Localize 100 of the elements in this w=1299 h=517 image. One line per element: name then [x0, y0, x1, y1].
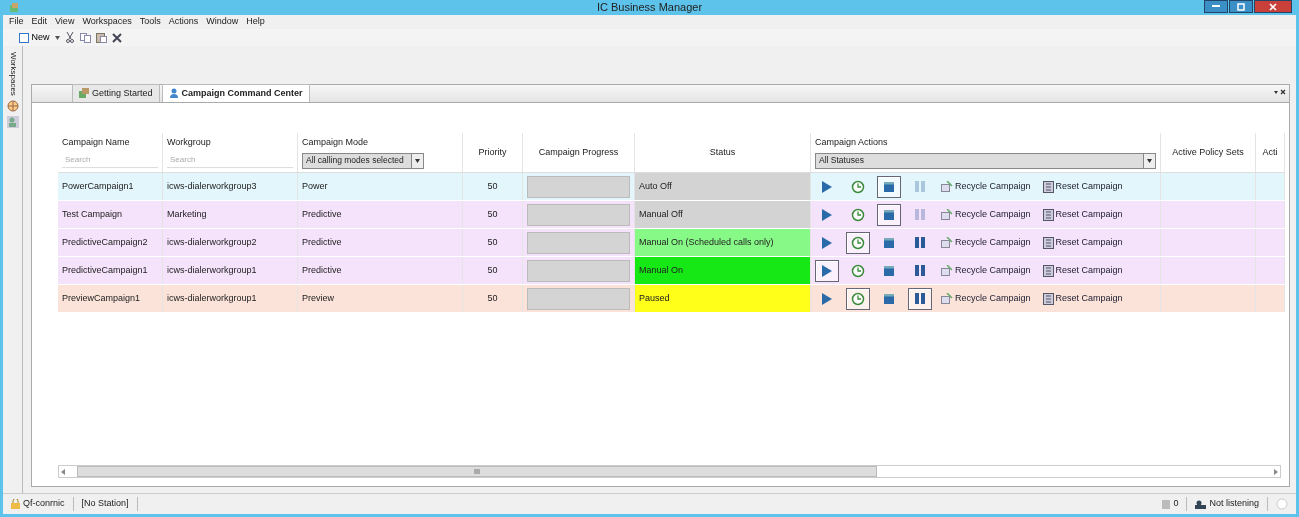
table-cell-text: Test Campaign — [62, 207, 123, 221]
recycle-icon — [941, 209, 953, 220]
stop-icon — [883, 180, 895, 193]
maximize-button[interactable] — [1229, 0, 1253, 13]
minimize-icon — [1212, 5, 1220, 8]
table-cell-text: 50 — [487, 235, 498, 249]
status-circle-icon — [1276, 498, 1288, 510]
menu-item[interactable]: Edit — [31, 15, 48, 29]
table-cell-text: icws-dialerworkgroup1 — [167, 263, 257, 277]
status-cell: Manual Off — [635, 201, 810, 228]
pause-button[interactable] — [908, 287, 932, 310]
column-header: Campaign Name — [62, 136, 131, 149]
scrollbar-thumb[interactable] — [77, 466, 877, 477]
reset-link[interactable]: Reset Campaign — [1040, 235, 1125, 250]
column-header: Campaign Progress — [537, 145, 620, 159]
recycle-icon — [941, 293, 953, 304]
window-title: IC Business Manager — [596, 0, 703, 16]
window-icon — [79, 88, 89, 99]
status-cell: Manual On — [635, 257, 810, 284]
status-cell: Manual On (Scheduled calls only) — [635, 229, 810, 256]
recycle-button[interactable] — [846, 287, 870, 310]
new-button[interactable]: New — [19, 30, 50, 45]
reset-icon — [1042, 180, 1054, 193]
table-cell-text: 50 — [487, 207, 498, 221]
stop-icon — [883, 264, 895, 277]
play-icon — [821, 207, 833, 222]
pause-icon — [914, 264, 926, 277]
delete-icon[interactable] — [111, 32, 122, 43]
listening-status: Not listening — [1209, 497, 1259, 511]
table-cell-text: icws-dialerworkgroup3 — [167, 179, 257, 193]
paste-icon[interactable] — [95, 32, 107, 43]
menu-item[interactable]: Help — [246, 15, 265, 29]
pause-icon — [914, 180, 926, 193]
reset-link[interactable]: Reset Campaign — [1040, 179, 1125, 194]
table-cell-text: 50 — [487, 263, 498, 277]
reset-icon — [1042, 264, 1054, 277]
column-header: Priority — [477, 145, 508, 159]
table-cell-text: Predictive — [302, 263, 342, 277]
recycle-link[interactable]: Recycle Campaign — [939, 207, 1033, 222]
play-icon — [821, 235, 833, 250]
table-cell-text: PredictiveCampaign1 — [62, 263, 148, 277]
menu-item[interactable]: File — [9, 15, 24, 29]
table-cell-text: 50 — [487, 291, 498, 305]
stop-icon — [883, 236, 895, 249]
table-cell-text: 50 — [487, 179, 498, 193]
person-icon — [168, 88, 179, 99]
globe-icon[interactable] — [6, 99, 19, 112]
menu-item[interactable]: Window — [206, 15, 239, 29]
stop-button[interactable] — [877, 203, 901, 226]
menu-item[interactable]: Workspaces — [82, 15, 132, 29]
clock-icon — [851, 263, 865, 278]
table-cell-text: Predictive — [302, 207, 342, 221]
recycle-icon — [941, 181, 953, 192]
start-button[interactable] — [815, 259, 839, 282]
recycle-link[interactable]: Recycle Campaign — [939, 235, 1033, 250]
recycle-link[interactable]: Recycle Campaign — [939, 291, 1033, 306]
play-icon — [821, 179, 833, 194]
recycle-link[interactable]: Recycle Campaign — [939, 179, 1033, 194]
reset-link[interactable]: Reset Campaign — [1040, 263, 1125, 278]
recycle-link[interactable]: Recycle Campaign — [939, 263, 1033, 278]
table-cell-text: Predictive — [302, 235, 342, 249]
reset-icon — [1042, 236, 1054, 249]
status-cell: Auto Off — [635, 173, 810, 200]
station-label: [No Station] — [81, 497, 129, 511]
dropdown-icon[interactable] — [54, 35, 60, 40]
dropdown-arrow-icon — [415, 158, 420, 163]
reset-icon — [1042, 208, 1054, 221]
menu-item[interactable]: Tools — [139, 15, 161, 29]
pause-icon — [914, 292, 926, 305]
column-header: Workgroup — [167, 136, 212, 149]
dropdown-arrow-icon — [1147, 158, 1152, 163]
filter-dropdown[interactable]: All Statuses — [815, 152, 1156, 169]
lock-icon — [11, 499, 20, 509]
reset-link[interactable]: Reset Campaign — [1040, 207, 1125, 222]
tab[interactable]: Campaign Command Center — [161, 83, 310, 102]
minimize-button[interactable] — [1204, 0, 1228, 13]
clock-icon — [851, 235, 865, 250]
column-header: Acti — [1261, 145, 1279, 159]
play-icon — [821, 263, 833, 278]
table-cell-text: icws-dialerworkgroup1 — [167, 291, 257, 305]
column-header: Status — [708, 145, 737, 159]
filter-dropdown[interactable]: All calling modes selected — [302, 152, 424, 169]
scroll-right-icon[interactable] — [1272, 467, 1280, 476]
tab[interactable]: Getting Started — [72, 83, 160, 102]
reset-link[interactable]: Reset Campaign — [1040, 291, 1125, 306]
close-button[interactable] — [1254, 0, 1292, 13]
scroll-left-icon[interactable] — [59, 467, 67, 476]
stop-icon — [883, 208, 895, 221]
close-icon[interactable] — [1274, 89, 1286, 96]
stop-icon — [883, 292, 895, 305]
menu-item[interactable]: View — [55, 15, 75, 29]
cut-icon[interactable] — [64, 32, 75, 43]
menu-item[interactable]: Actions — [168, 15, 199, 29]
app-icon — [9, 2, 20, 13]
maximize-icon — [1237, 2, 1245, 11]
stop-button[interactable] — [877, 175, 901, 198]
copy-icon[interactable] — [79, 32, 91, 43]
workspaces-tab[interactable]: Workspaces — [6, 52, 19, 96]
recycle-button[interactable] — [846, 231, 870, 254]
column-header: Campaign Mode — [302, 136, 370, 149]
